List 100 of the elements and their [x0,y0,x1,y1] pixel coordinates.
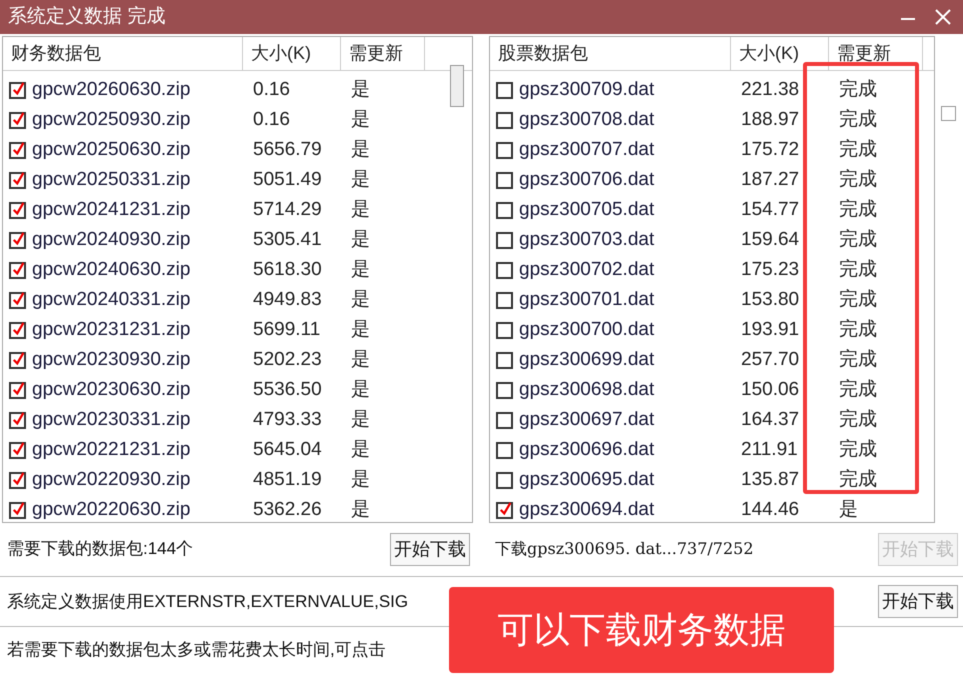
file-name: gpcw20240630.zip [32,258,190,282]
checkbox[interactable] [496,292,513,308]
checkbox[interactable] [496,322,513,338]
file-name: gpcw20240331.zip [32,288,190,312]
checked-checkbox[interactable] [9,442,26,458]
file-name: gpsz300708.dat [519,108,654,132]
column-header[interactable]: 需更新 [341,37,425,70]
start-download-button[interactable]: 开始下载 [878,585,958,618]
update-status: 是 [838,498,859,522]
checkbox[interactable] [941,106,956,121]
file-name: gpsz300707.dat [519,138,654,162]
file-name: gpcw20240930.zip [32,228,190,252]
file-name: gpcw20260630.zip [32,78,190,102]
file-size: 5714.29 [252,198,323,222]
update-status: 完成 [838,468,878,492]
file-name: gpsz300702.dat [519,258,654,282]
file-size: 5618.30 [252,258,323,282]
checkbox[interactable] [496,472,513,488]
column-header[interactable]: 股票数据包 [490,37,731,70]
column-header[interactable]: 大小(K) [243,37,341,70]
file-size: 188.97 [740,108,800,132]
checked-checkbox[interactable] [9,292,26,308]
update-status: 是 [350,168,371,192]
check-icon [12,320,26,336]
check-icon [12,500,26,516]
update-status: 是 [350,258,371,282]
checkbox[interactable] [496,112,513,128]
check-icon [12,260,26,276]
update-status: 是 [350,78,371,102]
check-icon [12,140,26,156]
check-icon [12,380,26,396]
column-header[interactable]: 大小(K) [731,37,829,70]
check-icon [12,410,26,426]
download-status-text: 下载gpsz300695. dat...737/7252 [495,538,754,560]
scrollbar-thumb[interactable] [450,65,464,107]
column-header[interactable]: 需更新 [829,37,923,70]
update-status: 完成 [838,378,878,402]
checked-checkbox[interactable] [9,322,26,338]
file-size: 154.77 [740,198,800,222]
file-name: gpsz300699.dat [519,348,654,372]
file-name: gpsz300697.dat [519,408,654,432]
checked-checkbox[interactable] [9,172,26,188]
checkbox[interactable] [496,382,513,398]
file-size: 187.27 [740,168,800,192]
file-size: 5051.49 [252,168,323,192]
checkbox[interactable] [496,352,513,368]
checked-checkbox[interactable] [9,82,26,98]
file-size: 5536.50 [252,378,323,402]
update-status: 完成 [838,318,878,342]
file-size: 4949.83 [252,288,323,312]
checkbox[interactable] [496,142,513,158]
checked-checkbox[interactable] [9,232,26,248]
check-icon [499,500,513,516]
checked-checkbox[interactable] [9,382,26,398]
update-status: 完成 [838,288,878,312]
update-status: 是 [350,348,371,372]
update-status: 完成 [838,198,878,222]
file-size: 5645.04 [252,438,323,462]
file-name: gpcw20230930.zip [32,348,190,372]
update-status: 是 [350,108,371,132]
checkbox[interactable] [496,82,513,98]
file-name: gpcw20230331.zip [32,408,190,432]
checkbox[interactable] [496,262,513,278]
column-header[interactable]: 财务数据包 [3,37,243,70]
file-name: gpcw20250930.zip [32,108,190,132]
file-name: gpcw20241231.zip [32,198,190,222]
start-download-button[interactable]: 开始下载 [390,532,470,566]
checked-checkbox[interactable] [496,502,513,518]
checked-checkbox[interactable] [9,262,26,278]
update-status: 完成 [838,408,878,432]
file-name: gpsz300696.dat [519,438,654,462]
checkbox[interactable] [496,202,513,218]
file-size: 144.46 [740,498,800,522]
file-name: gpcw20231231.zip [32,318,190,342]
checked-checkbox[interactable] [9,352,26,368]
file-size: 175.23 [740,258,800,282]
file-name: gpsz300694.dat [519,498,654,522]
check-icon [12,170,26,186]
window-title: 系统定义数据 完成 [8,4,166,29]
update-status: 完成 [838,138,878,162]
checkbox[interactable] [496,442,513,458]
checkbox[interactable] [496,172,513,188]
checkbox[interactable] [496,232,513,248]
checked-checkbox[interactable] [9,412,26,428]
update-status: 完成 [838,348,878,372]
update-status: 完成 [838,228,878,252]
checked-checkbox[interactable] [9,142,26,158]
file-name: gpcw20250331.zip [32,168,190,192]
toast-message: 可以下载财务数据 [449,587,834,673]
check-icon [12,470,26,486]
checked-checkbox[interactable] [9,202,26,218]
update-status: 完成 [838,168,878,192]
checked-checkbox[interactable] [9,472,26,488]
checkbox[interactable] [496,412,513,428]
checked-checkbox[interactable] [9,112,26,128]
checked-checkbox[interactable] [9,502,26,518]
file-name: gpsz300701.dat [519,288,654,312]
file-size: 5202.23 [252,348,323,372]
update-status: 是 [350,318,371,342]
close-icon[interactable] [935,9,951,25]
